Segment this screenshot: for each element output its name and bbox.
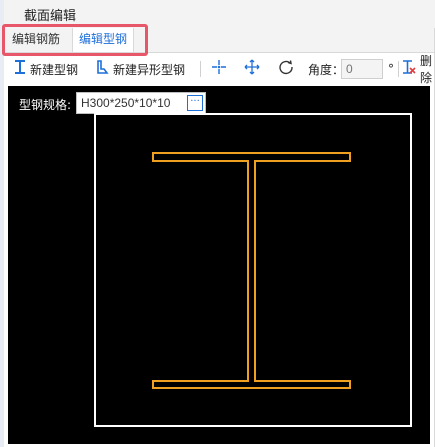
window-title: 截面编辑 (24, 9, 77, 24)
title-bar: 截面编辑 (4, 0, 435, 28)
toolbar: 新建型钢 新建异形型钢 角度： ° 删除 (4, 54, 435, 85)
angle-label: 角度： (308, 62, 345, 77)
toolbar-separator (200, 61, 201, 77)
angle-input[interactable] (341, 59, 383, 79)
new-section-steel-label: 新建型钢 (30, 62, 79, 77)
h-beam-outline (152, 152, 351, 389)
new-irregular-steel-button[interactable]: 新建异形型钢 (96, 56, 185, 82)
delete-label: 删除 (420, 54, 433, 85)
new-irregular-steel-label: 新建异形型钢 (113, 62, 186, 77)
toolbar-separator-2 (398, 61, 399, 77)
irregular-steel-icon (96, 60, 109, 78)
move-arrows-icon (244, 59, 260, 79)
tab-strip: 编辑钢筋 编辑型钢 (4, 28, 435, 53)
delete-icon (402, 60, 416, 78)
delete-button[interactable]: 删除 (402, 54, 435, 85)
tab-edit-rebar[interactable]: 编辑钢筋 (6, 28, 66, 51)
rotate-button[interactable] (278, 56, 298, 82)
crosshair-icon (211, 59, 227, 79)
snap-point-button[interactable] (211, 56, 231, 82)
new-section-steel-button[interactable]: 新建型钢 (14, 56, 78, 82)
tab-edit-section-steel[interactable]: 编辑型钢 (72, 28, 135, 52)
h-beam-profile[interactable] (8, 86, 430, 444)
rotate-icon (278, 59, 294, 79)
degree-unit: ° (388, 62, 394, 76)
i-beam-icon (14, 60, 26, 78)
drawing-canvas[interactable]: 型钢规格: H300*250*10*10 ··· (8, 86, 430, 444)
move-button[interactable] (244, 56, 264, 82)
